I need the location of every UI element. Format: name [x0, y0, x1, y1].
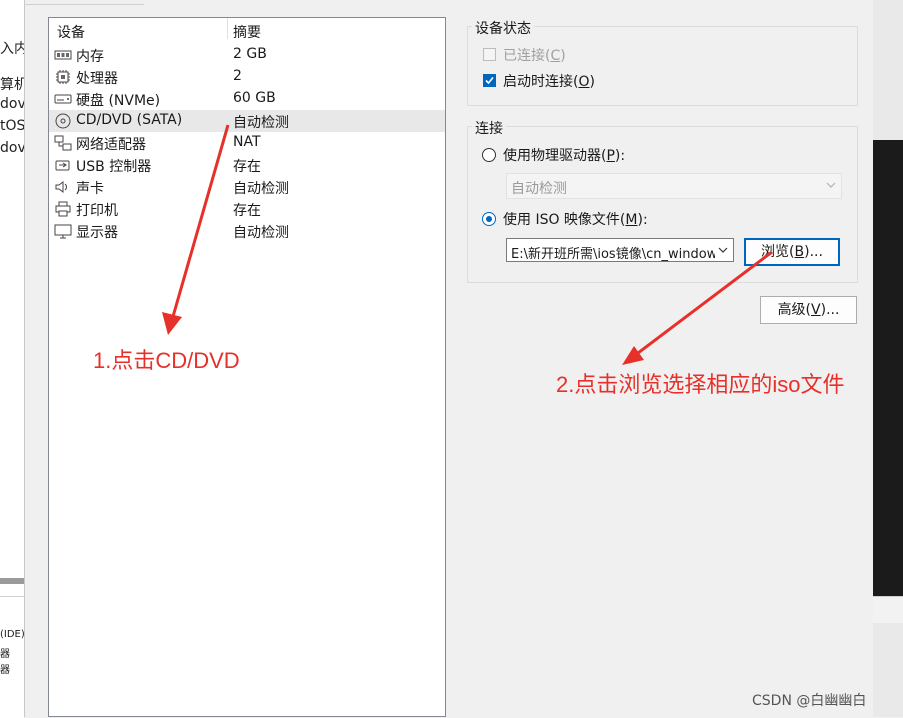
background-bar [872, 596, 903, 623]
device-summary: 自动检测 [233, 225, 289, 241]
cd-dvd-icon [55, 113, 71, 129]
device-summary: 自动检测 [233, 181, 289, 197]
device-name: 打印机 [76, 203, 118, 219]
physical-drive-value: 自动检测 [511, 181, 567, 197]
printer-icon [55, 201, 71, 217]
device-row-hard-disk[interactable]: 硬盘 (NVMe) 60 GB [49, 88, 445, 110]
tab-strip-edge [24, 0, 144, 5]
background-window-left-lower: (IDE) 器 器 [0, 596, 25, 718]
device-row-printer[interactable]: 打印机 存在 [49, 198, 445, 220]
device-row-processor[interactable]: 处理器 2 [49, 66, 445, 88]
device-row-memory[interactable]: 内存 2 GB [49, 44, 445, 66]
device-status-group [467, 26, 858, 106]
chevron-down-icon [718, 247, 728, 253]
device-summary: NAT [233, 134, 261, 150]
processor-icon [56, 70, 70, 84]
background-splitter [0, 578, 24, 584]
physical-drive-radio[interactable] [482, 148, 496, 162]
chevron-down-icon [826, 182, 836, 188]
device-name: CD/DVD (SATA) [76, 112, 183, 128]
background-text: dov [0, 140, 24, 156]
column-header-device[interactable]: 设备 [57, 22, 85, 42]
annotation-step-2: 2.点击浏览选择相应的iso文件 [556, 372, 845, 397]
iso-image-radio[interactable] [482, 212, 496, 226]
device-row-display[interactable]: 显示器 自动检测 [49, 220, 445, 242]
connected-checkbox[interactable] [483, 48, 496, 61]
physical-drive-label: 使用物理驱动器(P): [503, 148, 626, 164]
device-summary: 自动检测 [233, 115, 289, 131]
device-row-usb-controller[interactable]: USB 控制器 存在 [49, 154, 445, 176]
display-icon [54, 224, 72, 239]
device-summary: 2 GB [233, 46, 267, 62]
column-separator[interactable] [227, 18, 228, 39]
device-summary: 2 [233, 68, 242, 84]
watermark: CSDN @白幽幽白 [752, 693, 867, 709]
device-name: USB 控制器 [76, 159, 152, 175]
background-text: 算机 [0, 77, 24, 93]
device-name: 内存 [76, 49, 104, 65]
network-adapter-icon [54, 135, 72, 151]
connect-at-power-on-label: 启动时连接(O) [503, 74, 595, 90]
device-name: 网络适配器 [76, 137, 146, 153]
background-text: 器 [0, 649, 10, 660]
device-status-title: 设备状态 [472, 18, 534, 38]
device-name: 声卡 [76, 181, 104, 197]
device-name: 显示器 [76, 225, 118, 241]
iso-path-value: E:\新开班所需\ios镜像\cn_windows [511, 247, 725, 262]
device-row-sound-card[interactable]: 声卡 自动检测 [49, 176, 445, 198]
connection-title: 连接 [472, 118, 506, 138]
background-text: (IDE) [0, 629, 25, 640]
background-dark-panel [872, 140, 903, 596]
physical-drive-select[interactable]: 自动检测 [506, 173, 842, 199]
device-row-cd-dvd[interactable]: CD/DVD (SATA) 自动检测 [49, 110, 445, 132]
advanced-button[interactable]: 高级(V)... [760, 296, 857, 324]
annotation-step-1: 1.点击CD/DVD [93, 348, 240, 373]
background-text: 器 [0, 665, 10, 676]
iso-path-combobox[interactable]: E:\新开班所需\ios镜像\cn_windows [506, 238, 734, 262]
connect-at-power-on-checkbox[interactable] [483, 74, 496, 87]
browse-button[interactable]: 浏览(B)... [744, 238, 840, 266]
memory-icon [54, 50, 72, 60]
background-text: tOS [0, 118, 24, 134]
sound-card-icon [55, 181, 67, 193]
device-summary: 60 GB [233, 90, 276, 106]
iso-image-label: 使用 ISO 映像文件(M): [503, 212, 648, 228]
background-text: dov [0, 96, 24, 112]
hard-disk-icon [54, 94, 72, 104]
device-name: 处理器 [76, 71, 118, 87]
column-header-summary[interactable]: 摘要 [233, 22, 261, 42]
device-name: 硬盘 (NVMe) [76, 93, 161, 109]
connected-label: 已连接(C) [503, 48, 566, 64]
dropdown-button[interactable] [715, 239, 733, 261]
device-row-network-adapter[interactable]: 网络适配器 NAT [49, 132, 445, 154]
check-icon [485, 76, 494, 85]
background-text: 入内 [0, 41, 24, 57]
device-summary: 存在 [233, 159, 261, 175]
usb-controller-icon [55, 160, 70, 171]
device-summary: 存在 [233, 203, 261, 219]
